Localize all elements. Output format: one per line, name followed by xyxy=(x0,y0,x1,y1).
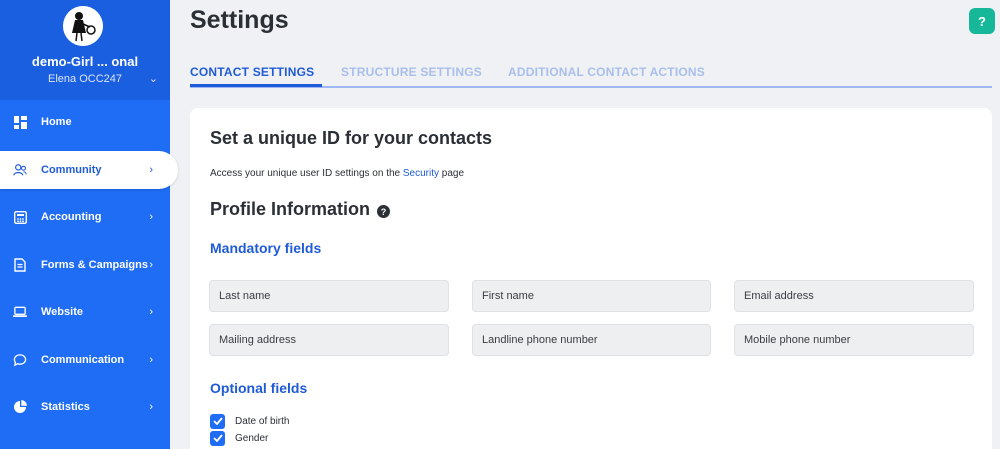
sidebar: demo-Girl ... onal Elena OCC247 ⌄ Home C… xyxy=(0,0,178,449)
sidebar-item-website[interactable]: Website › xyxy=(0,293,170,331)
help-circle-icon[interactable]: ? xyxy=(377,205,390,218)
chevron-right-icon: › xyxy=(149,164,153,176)
optional-field-date-of-birth[interactable]: Date of birth xyxy=(210,413,289,429)
checkbox-label: Date of birth xyxy=(235,415,290,427)
checkbox-checked[interactable] xyxy=(210,430,225,446)
sidebar-item-communication[interactable]: Communication › xyxy=(0,341,170,379)
field-mobile-phone[interactable]: Mobile phone number xyxy=(734,324,974,356)
chevron-right-icon: › xyxy=(149,354,153,366)
chat-icon xyxy=(13,353,27,367)
tab-structure-settings[interactable]: STRUCTURE SETTINGS xyxy=(341,65,482,79)
contact-settings-card: Set a unique ID for your contacts Access… xyxy=(190,108,992,449)
sidebar-item-label: Communication xyxy=(41,354,125,366)
tab-additional-contact-actions[interactable]: ADDITIONAL CONTACT ACTIONS xyxy=(508,65,705,79)
sidebar-item-label: Statistics xyxy=(41,401,90,413)
sidebar-item-community[interactable]: Community › xyxy=(0,151,178,189)
sidebar-item-label: Community xyxy=(41,164,102,176)
sidebar-item-home[interactable]: Home xyxy=(0,103,170,141)
sidebar-item-label: Forms & Campaigns xyxy=(41,259,148,271)
dashboard-icon xyxy=(13,115,27,129)
field-mailing-address[interactable]: Mailing address xyxy=(209,324,449,356)
chevron-down-icon[interactable]: ⌄ xyxy=(149,72,158,85)
page-title: Settings xyxy=(190,6,289,34)
access-text-before: Access your unique user ID settings on t… xyxy=(210,168,403,179)
mandatory-fields-heading: Mandatory fields xyxy=(210,240,322,256)
field-first-name[interactable]: First name xyxy=(472,280,711,312)
sidebar-item-label: Home xyxy=(41,116,72,128)
sidebar-item-label: Accounting xyxy=(41,211,102,223)
sidebar-item-label: Website xyxy=(41,306,83,318)
tab-contact-settings[interactable]: CONTACT SETTINGS xyxy=(190,65,314,79)
org-user: Elena OCC247 xyxy=(48,73,122,85)
unique-id-heading: Set a unique ID for your contacts xyxy=(210,128,493,148)
chevron-right-icon: › xyxy=(149,401,153,413)
optional-field-gender[interactable]: Gender xyxy=(210,430,268,446)
field-last-name[interactable]: Last name xyxy=(209,280,449,312)
field-landline-phone[interactable]: Landline phone number xyxy=(472,324,711,356)
org-name: demo-Girl ... onal xyxy=(31,54,139,69)
sidebar-item-accounting[interactable]: Accounting › xyxy=(0,198,170,236)
chevron-right-icon: › xyxy=(149,259,153,271)
chart-icon xyxy=(13,400,27,414)
settings-tabs: CONTACT SETTINGS STRUCTURE SETTINGS ADDI… xyxy=(190,62,992,88)
access-text-after: page xyxy=(439,168,465,179)
org-switcher[interactable]: demo-Girl ... onal Elena OCC247 ⌄ xyxy=(0,0,170,100)
checkbox-label: Gender xyxy=(235,432,269,444)
users-icon xyxy=(13,163,27,177)
chevron-right-icon: › xyxy=(149,211,153,223)
help-icon: ? xyxy=(978,13,986,29)
chevron-right-icon: › xyxy=(149,306,153,318)
profile-heading: Profile Information xyxy=(210,199,371,219)
org-logo xyxy=(63,6,103,46)
help-button[interactable]: ? xyxy=(969,8,995,34)
field-email-address[interactable]: Email address xyxy=(734,280,974,312)
access-text: Access your unique user ID settings on t… xyxy=(210,168,464,179)
checkbox-checked[interactable] xyxy=(210,413,225,429)
security-link[interactable]: Security xyxy=(403,168,439,179)
optional-fields-heading: Optional fields xyxy=(210,380,308,396)
laptop-icon xyxy=(13,305,27,319)
document-icon xyxy=(13,258,27,272)
calculator-icon xyxy=(13,210,27,224)
sidebar-item-forms-campaigns[interactable]: Forms & Campaigns › xyxy=(0,246,170,284)
active-tab-indicator xyxy=(190,84,322,87)
sidebar-item-statistics[interactable]: Statistics › xyxy=(0,388,170,426)
